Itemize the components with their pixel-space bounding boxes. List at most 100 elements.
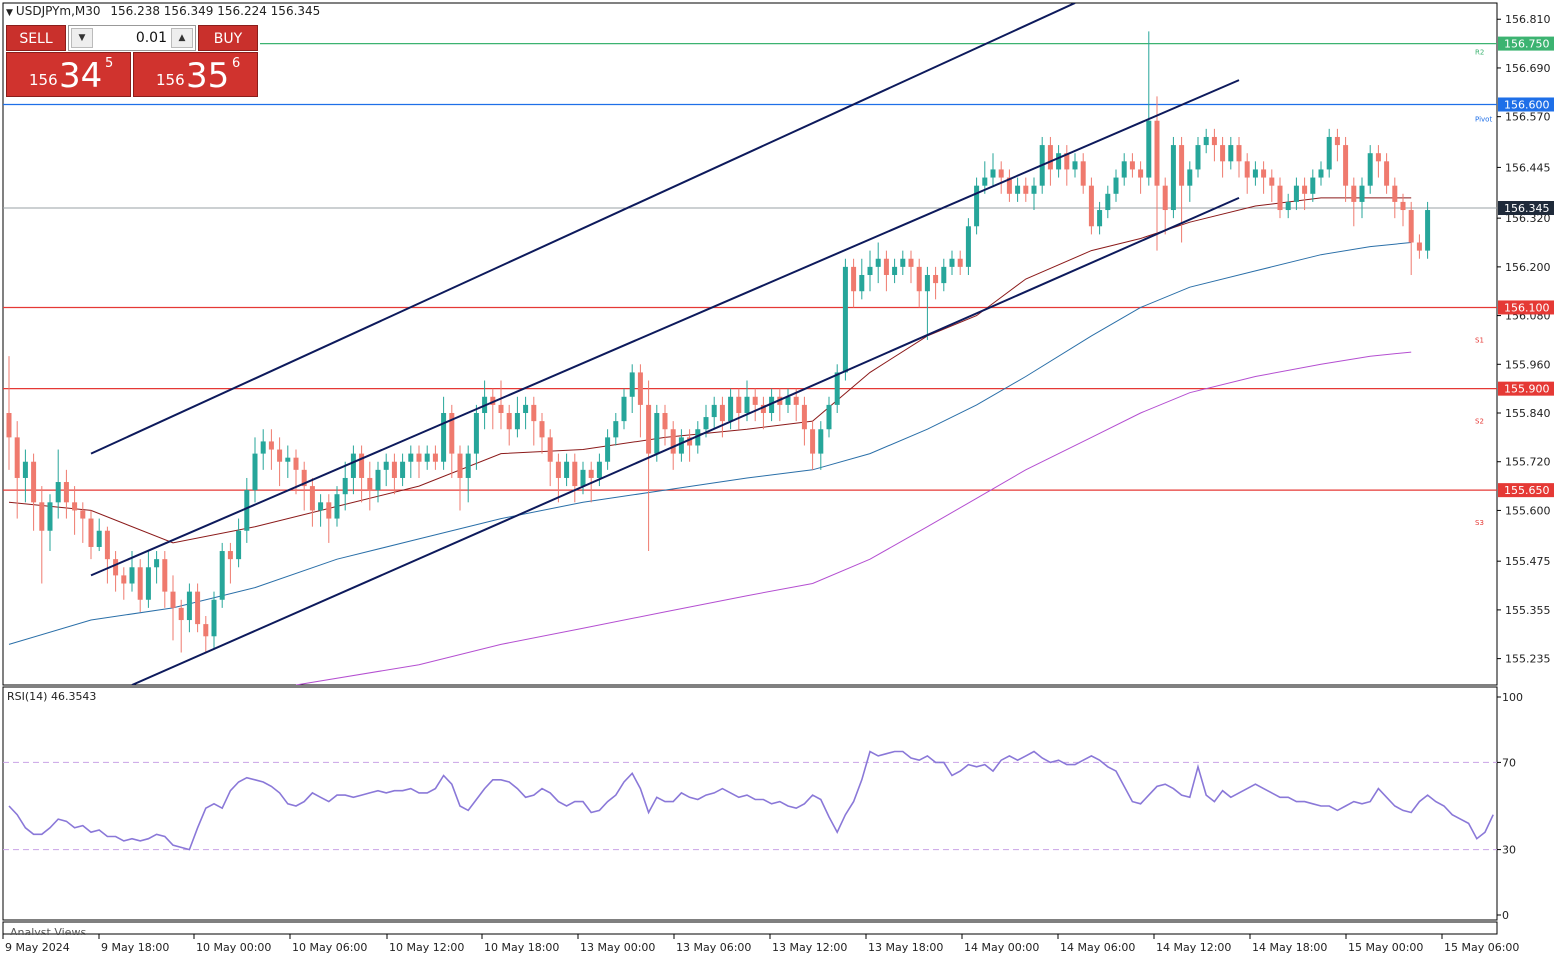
candle-body	[810, 429, 816, 454]
candle-body	[514, 413, 520, 430]
candle-body	[424, 453, 430, 462]
candle-body	[1228, 145, 1234, 162]
candle-body	[1351, 185, 1357, 202]
level-price-tag: 155.900	[1504, 383, 1550, 396]
candle-body	[924, 274, 930, 292]
buy-button[interactable]: BUY	[198, 25, 258, 51]
candle-body	[629, 372, 635, 397]
candle-body	[547, 437, 553, 462]
candle-body	[818, 429, 824, 454]
sell-price-prefix: 156	[29, 71, 58, 89]
rsi-axis-label: 100	[1502, 691, 1523, 704]
price-axis-label: 155.355	[1505, 604, 1551, 617]
candle-body	[916, 266, 922, 292]
level-price-tag: 156.750	[1504, 38, 1550, 51]
time-axis-label: 10 May 18:00	[484, 941, 559, 954]
candle-body	[703, 417, 709, 430]
lot-decrease-icon[interactable]: ▼	[71, 28, 93, 48]
price-axis-label: 155.960	[1505, 358, 1551, 371]
time-axis-label: 10 May 12:00	[389, 941, 464, 954]
candle-body	[162, 559, 168, 592]
buy-price-box[interactable]: 156 35 6	[133, 52, 258, 97]
candle-body	[678, 437, 684, 454]
candle-body	[1285, 201, 1291, 211]
candle-body	[96, 530, 102, 547]
price-axis-label: 155.475	[1505, 555, 1551, 568]
candle-body	[1203, 136, 1209, 146]
candle-body	[1170, 145, 1176, 211]
candle-body	[793, 396, 799, 405]
candle-body	[334, 494, 340, 519]
candle-body	[457, 453, 463, 478]
time-axis-label: 9 May 2024	[5, 941, 70, 954]
candle-body	[113, 559, 119, 576]
lot-size-input[interactable]: ▼ 0.01 ▲	[68, 25, 196, 51]
candle-body	[1367, 153, 1373, 186]
candle-body	[1400, 201, 1406, 211]
candle-body	[1293, 185, 1299, 202]
candle-body	[982, 177, 988, 186]
chart-header: ▼ USDJPYm,M30 156.238 156.349 156.224 156…	[6, 4, 320, 18]
analyst-views-label[interactable]: Analyst Views	[10, 926, 86, 935]
candle-body	[752, 396, 758, 405]
time-axis-label: 9 May 18:00	[101, 941, 169, 954]
level-price-tag: 156.100	[1504, 301, 1550, 314]
candle-body	[588, 469, 594, 478]
level-tag-Pivot: Pivot	[1475, 115, 1492, 123]
candle-body	[1047, 145, 1053, 170]
candle-body	[408, 453, 414, 462]
candle-body	[867, 266, 873, 275]
candle-body	[342, 477, 348, 495]
candle-body	[990, 169, 996, 178]
candle-body	[605, 437, 611, 462]
current-price-tag: 156.345	[1504, 202, 1550, 215]
sell-price-box[interactable]: 156 34 5	[6, 52, 131, 97]
candle-body	[892, 266, 898, 275]
candle-body	[883, 258, 889, 275]
lot-increase-icon[interactable]: ▲	[171, 28, 193, 48]
time-axis-label: 15 May 00:00	[1348, 941, 1423, 954]
candle-body	[949, 258, 955, 267]
rsi-label: RSI(14) 46.3543	[7, 690, 97, 703]
candle-body	[211, 599, 217, 637]
candle-body	[285, 457, 291, 462]
candle-body	[564, 461, 570, 478]
candle-body	[1146, 120, 1152, 178]
candle-body	[277, 449, 283, 462]
trading-chart[interactable]: R2 Pivot S1 S2 S3 156.810 156.690 156.570 156.44…	[0, 0, 1560, 960]
candle-body	[1318, 169, 1324, 178]
candle-body	[375, 469, 381, 491]
candle-body	[957, 258, 963, 267]
buy-price-pips: 35	[186, 56, 230, 96]
candle-body	[268, 441, 274, 450]
candle-body	[227, 551, 233, 560]
candle-body	[670, 429, 676, 454]
time-axis-label: 13 May 00:00	[580, 941, 655, 954]
candle-body	[1359, 185, 1365, 202]
symbol-menu-icon[interactable]: ▼	[6, 8, 13, 18]
time-axis-label: 10 May 00:00	[196, 941, 271, 954]
candle-body	[260, 441, 266, 454]
candle-body	[1220, 145, 1226, 162]
lot-size-value[interactable]: 0.01	[97, 26, 167, 50]
candle-body	[900, 258, 906, 267]
time-axis-label: 13 May 06:00	[676, 941, 751, 954]
candle-body	[851, 266, 857, 292]
candle-body	[1326, 136, 1332, 170]
candle-body	[826, 404, 832, 430]
candle-body	[367, 477, 373, 491]
candle-body	[1015, 185, 1021, 194]
time-axis-label: 10 May 06:00	[292, 941, 367, 954]
candle-body	[875, 258, 881, 267]
candle-body	[1195, 145, 1201, 170]
main-price-pane	[2, 2, 1498, 686]
candle-body	[1187, 169, 1193, 186]
candle-body	[129, 567, 135, 584]
candle-body	[1097, 210, 1103, 227]
sell-button[interactable]: SELL	[6, 25, 66, 51]
time-axis-label: 13 May 12:00	[772, 941, 847, 954]
buy-price-fraction: 6	[232, 56, 241, 71]
candle-body	[350, 453, 356, 478]
rsi-axis-label: 70	[1502, 756, 1516, 769]
candle-body	[465, 453, 471, 478]
